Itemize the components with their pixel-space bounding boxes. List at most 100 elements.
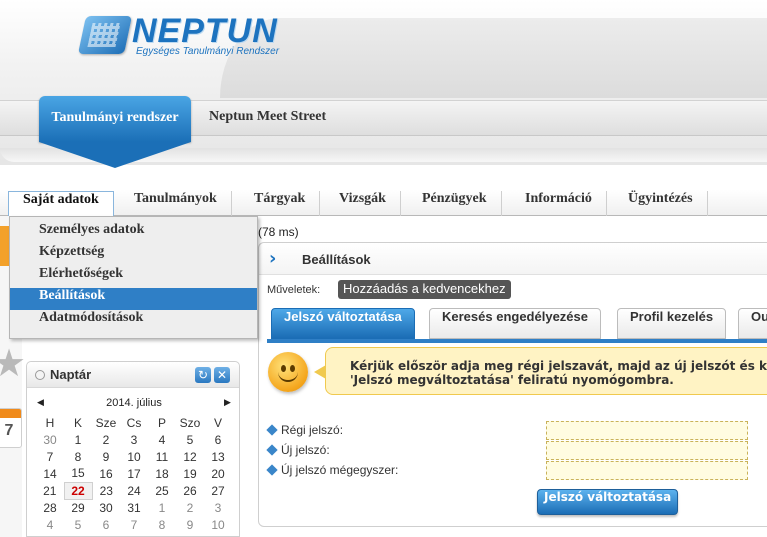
calendar-day[interactable]: 2 [176,499,204,516]
calendar-next-icon[interactable]: ▶ [224,397,231,408]
calendar-day[interactable]: 13 [204,448,232,465]
calendar-day[interactable]: 6 [204,431,232,448]
settings-panel: › Beállítások Műveletek: Hozzáadás a ked… [258,242,767,527]
calendar-day[interactable]: 14 [36,465,64,482]
smiley-icon [268,352,308,392]
menu-item-targyak[interactable]: Tárgyak [240,191,321,216]
tab-overflow[interactable]: Ou [738,308,767,339]
weekday-label: V [213,415,222,430]
calendar-day[interactable]: 1 [148,499,176,516]
calendar-day[interactable]: 1 [64,431,92,448]
calendar-day[interactable]: 21 [36,482,64,499]
calendar-week-row: 30 1 2 3 4 5 6 [36,431,232,448]
calendar-day[interactable]: 25 [148,482,176,499]
weekday-label: Szo [179,415,201,430]
calendar-day[interactable]: 30 [92,499,120,516]
calendar-icon[interactable]: 7 [0,408,22,448]
calendar-day[interactable]: 26 [176,482,204,499]
dropdown-item-szemelyes-adatok[interactable]: Személyes adatok [10,222,257,244]
menu-item-informacio[interactable]: Információ [511,191,607,216]
calendar-week-row: 28 29 30 31 1 2 3 [36,499,232,516]
calendar-day[interactable]: 9 [176,516,204,533]
calendar-day[interactable]: 8 [64,448,92,465]
calendar-day[interactable]: 15 [64,465,92,482]
calendar-day[interactable]: 19 [176,465,204,482]
info-message-line: Kérjük először adja meg régi jelszavát, … [350,359,767,373]
dropdown-item-kepzettseg[interactable]: Képzettség [10,244,257,266]
calendar-day[interactable]: 29 [64,499,92,516]
calendar-week-row: 21 22 23 24 25 26 27 [36,481,232,500]
header-swoosh [220,18,767,98]
menu-item-vizsgak[interactable]: Vizsgák [325,191,401,216]
neptun-logo[interactable]: NEPTUN Egységes Tanulmányi Rendszer [77,12,292,62]
calendar-header: Naptár ↻ ✕ [27,362,239,388]
calendar-day[interactable]: 27 [204,482,232,499]
confirm-password-input[interactable] [546,461,748,480]
dropdown-item-adatmodositasok[interactable]: Adatmódosítások [10,310,257,332]
weekday-label: Sze [95,415,117,430]
module-tab-meet-street[interactable]: Neptun Meet Street [209,109,326,125]
menu-item-tanulmanyok[interactable]: Tanulmányok [120,191,232,216]
calendar-day[interactable]: 7 [120,516,148,533]
calendar-refresh-icon[interactable]: ↻ [195,367,211,383]
calendar-day[interactable]: 30 [36,431,64,448]
old-password-input[interactable] [546,421,748,440]
calendar-day[interactable]: 28 [36,499,64,516]
star-icon[interactable]: ★ [0,345,26,383]
calendar-day[interactable]: 4 [148,431,176,448]
calendar-day[interactable]: 31 [120,499,148,516]
calendar-day[interactable]: 6 [92,516,120,533]
calendar-day[interactable]: 11 [148,448,176,465]
weekday-label: K [73,415,82,430]
calendar-day[interactable]: 5 [64,516,92,533]
calendar-week-row: 14 15 16 17 18 19 20 [36,465,232,482]
calendar-day[interactable]: 2 [92,431,120,448]
tab-profil-kezeles[interactable]: Profil kezelés [617,308,727,339]
calendar-day[interactable]: 3 [120,431,148,448]
calendar-month-row: 2014. július ◀ ▶ [27,397,241,413]
tab-kereses-engedelyezese[interactable]: Keresés engedélyezése [429,308,601,339]
calendar-week-row: 4 5 6 7 8 9 10 [36,516,232,533]
add-to-favorites-button[interactable]: Hozzáadás a kedvencekhez [338,280,511,299]
calendar-day-today[interactable]: 22 [63,481,93,500]
calendar-day[interactable]: 10 [120,448,148,465]
calendar-day[interactable]: 18 [148,465,176,482]
calendar-panel: Naptár ↻ ✕ 2014. július ◀ ▶ H K Sze Cs P… [26,361,240,537]
calendar-day[interactable]: 17 [120,465,148,482]
calendar-day[interactable]: 16 [92,465,120,482]
old-password-label: Régi jelszó: [266,423,343,437]
weekday-label: P [157,415,166,430]
menu-item-ugyintezes[interactable]: Ügyintézés [614,191,708,216]
calendar-day[interactable]: 20 [204,465,232,482]
calendar-day[interactable]: 24 [120,482,148,499]
module-tab-tanulmanyi[interactable]: Tanulmányi rendszer [39,96,191,142]
weekday-label: H [45,415,55,430]
calendar-day[interactable]: 3 [204,499,232,516]
calendar-day[interactable]: 10 [204,516,232,533]
load-time: (78 ms) [258,225,299,239]
calendar-icon-header [0,409,21,418]
calendar-month-label: 2014. július [106,397,162,409]
new-password-input[interactable] [546,441,748,460]
dropdown-item-beallitasok[interactable]: Beállítások [10,288,257,310]
tab-jelszo-valtoztatasa[interactable]: Jelszó változtatása [271,308,415,339]
calendar-day[interactable]: 4 [36,516,64,533]
calendar-day[interactable]: 8 [148,516,176,533]
calendar-day[interactable]: 7 [36,448,64,465]
calendar-day[interactable]: 5 [176,431,204,448]
menu-item-sajat-adatok[interactable]: Saját adatok [8,191,114,218]
change-password-button[interactable]: Jelszó változtatása [537,489,679,515]
menu-item-penzugyek[interactable]: Pénzügyek [408,191,502,216]
calendar-prev-icon[interactable]: ◀ [37,397,44,408]
info-message: Kérjük először adja meg régi jelszavát, … [325,347,767,395]
calendar-weekday-row: H K Sze Cs P Szo V [36,414,232,431]
calendar-close-icon[interactable]: ✕ [214,367,230,383]
info-message-line: 'Jelszó megváltoztatása' feliratú nyomóg… [350,373,674,387]
dropdown-item-elerhetosegek[interactable]: Elérhetőségek [10,266,257,288]
calendar-day[interactable]: 12 [176,448,204,465]
calendar-day[interactable]: 23 [92,482,120,499]
orange-tile [0,226,9,266]
confirm-password-label: Új jelszó mégegyszer: [266,463,398,477]
calendar-day[interactable]: 9 [92,448,120,465]
calendar-bullet-icon [35,370,45,380]
